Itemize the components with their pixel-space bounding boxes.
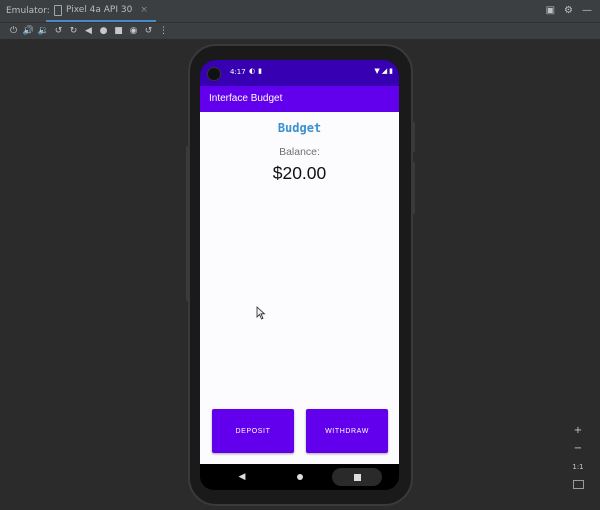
zoom-ratio-button[interactable]: 1:1 [572,460,583,474]
tab-close-icon[interactable]: × [140,0,148,21]
phone-screen: 4:17 ◐ ▮ ▼ ◢ ▮ Interface Budget Budget B… [200,60,399,490]
device-icon [54,4,62,16]
volume-up-icon[interactable]: 🔊 [21,23,36,39]
wifi-icon: ▼ [374,67,380,75]
home-icon[interactable]: ● [96,23,111,39]
system-icons: ▼ ◢ ▮ [374,67,393,75]
nav-recents-icon[interactable] [332,468,382,486]
power-button[interactable] [412,122,415,152]
zoom-controls: + − 1:1 [568,424,588,496]
volume-down-icon[interactable]: 🔉 [36,23,51,39]
rotate-left-icon[interactable]: ↺ [51,23,66,39]
back-icon[interactable]: ◀ [81,23,96,39]
window-actions: ▣ ⚙ — [546,0,592,22]
status-time: 4:17 [230,68,246,76]
fit-screen-icon[interactable] [572,480,584,489]
app-bar: Interface Budget [200,86,399,112]
device-tab[interactable]: Pixel 4a API 30 × [46,0,156,22]
nav-home-icon[interactable] [292,468,308,486]
circle-notification-icon: ◐ [249,67,256,75]
snapshot-icon[interactable]: ↺ [141,23,156,39]
withdraw-button[interactable]: WITHDRAW [306,409,388,453]
device-tab-label: Pixel 4a API 30 [66,5,133,15]
navigation-bar: ◀ [200,464,399,490]
nav-back-icon[interactable]: ◀ [234,468,250,486]
layout-icon[interactable]: ▣ [546,0,555,22]
volume-button[interactable] [412,162,415,214]
power-icon[interactable]: ⏻ [6,23,21,39]
front-camera-icon [207,67,221,81]
balance-label: Balance: [279,146,320,158]
zoom-out-button[interactable]: − [574,442,582,456]
emulator-title-bar: Emulator: Pixel 4a API 30 × ▣ ⚙ — [0,0,600,23]
left-side-button [186,146,189,301]
app-content: Budget Balance: $20.00 DEPOSIT WITHDRAW [200,112,399,464]
rotate-right-icon[interactable]: ↻ [66,23,81,39]
signal-icon: ◢ [381,67,388,75]
gear-icon[interactable]: ⚙ [564,0,573,22]
emulator-label: Emulator: [6,6,50,16]
battery-icon: ▮ [389,67,393,75]
overview-icon[interactable]: ■ [111,23,126,39]
more-icon[interactable]: ⋮ [156,23,171,39]
emulator-toolbar: ⏻ 🔊 🔉 ↺ ↻ ◀ ● ■ ◉ ↺ ⋮ [0,23,600,39]
notification-icons: ◐ ▮ [249,67,262,75]
deposit-button[interactable]: DEPOSIT [212,409,294,453]
minimize-icon[interactable]: — [582,0,592,22]
sd-card-icon: ▮ [258,67,262,75]
status-bar: 4:17 ◐ ▮ ▼ ◢ ▮ [200,60,399,86]
screenshot-icon[interactable]: ◉ [126,23,141,39]
mouse-cursor-icon [256,306,266,320]
zoom-in-button[interactable]: + [574,424,582,438]
budget-title: Budget [277,121,322,135]
balance-value: $20.00 [272,163,327,183]
